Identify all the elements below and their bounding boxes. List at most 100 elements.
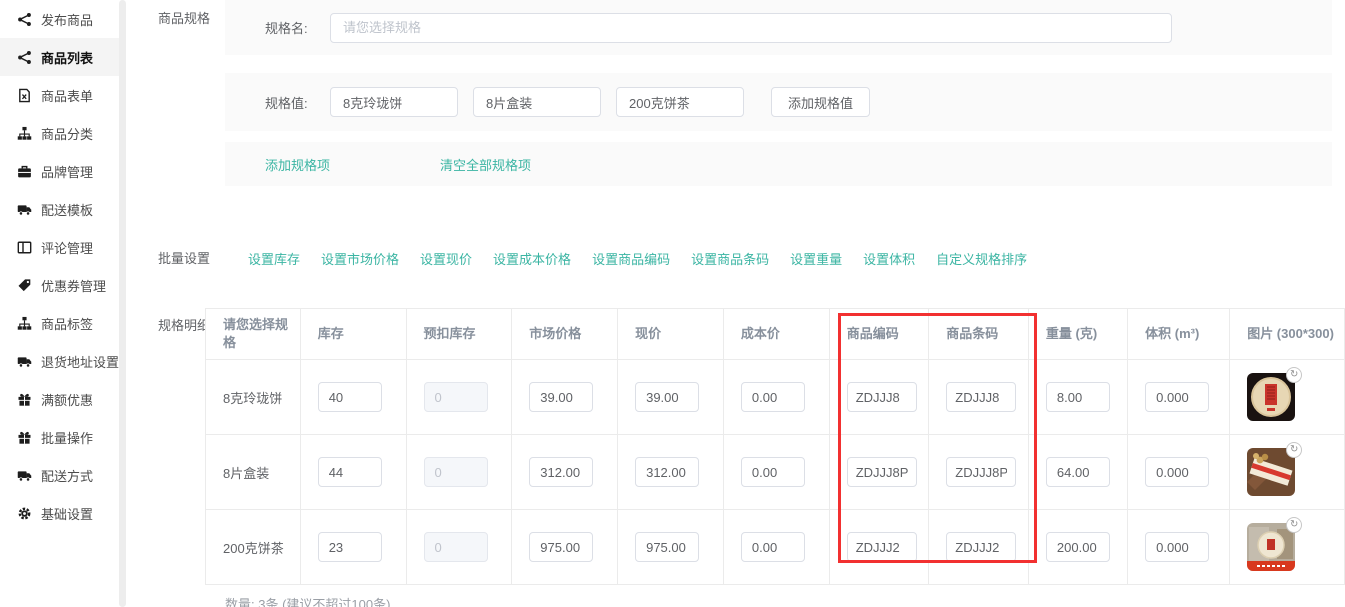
- sidebar-item-review-management[interactable]: 评论管理: [0, 228, 119, 266]
- col-header-reserved: 预扣库存: [406, 309, 512, 360]
- spec-value-input[interactable]: [616, 87, 744, 117]
- row-count-note: 数量: 3条 (建议不超过100条): [225, 594, 390, 607]
- image-preview-icon[interactable]: ↻: [1286, 517, 1302, 533]
- set-weight-link[interactable]: 设置重量: [790, 249, 842, 268]
- spec-section-title: 商品规格: [158, 8, 210, 27]
- col-header-volume: 体积 (m³): [1128, 309, 1230, 360]
- sidebar-item-product-tags[interactable]: 商品标签: [0, 304, 119, 342]
- product-spec-page: 发布商品 商品列表 商品表单 商品分类 品牌管理 配送模板 评论管理 优惠券管: [0, 0, 1345, 607]
- stock-input[interactable]: [318, 457, 382, 487]
- sidebar-item-label: 商品列表: [41, 48, 93, 67]
- cost-price-input[interactable]: [741, 532, 805, 562]
- col-header-market-price: 市场价格: [512, 309, 618, 360]
- sidebar-item-shipping-method[interactable]: 配送方式: [0, 456, 119, 494]
- sidebar-item-label: 优惠券管理: [41, 276, 106, 295]
- price-input[interactable]: [635, 457, 699, 487]
- image-preview-icon[interactable]: ↻: [1286, 367, 1302, 383]
- spec-value-label: 规格值:: [265, 93, 330, 112]
- sidebar-item-full-discount[interactable]: 满额优惠: [0, 380, 119, 418]
- stock-input[interactable]: [318, 382, 382, 412]
- product-barcode-input[interactable]: [946, 457, 1016, 487]
- col-header-weight: 重量 (克): [1028, 309, 1127, 360]
- sidebar-item-label: 商品分类: [41, 124, 93, 143]
- share-nodes-icon: [17, 50, 32, 65]
- spec-name-input[interactable]: [330, 13, 1172, 43]
- spec-value-input[interactable]: [330, 87, 458, 117]
- sidebar-item-label: 配送模板: [41, 200, 93, 219]
- product-code-input[interactable]: [847, 457, 917, 487]
- set-product-code-link[interactable]: 设置商品编码: [592, 249, 670, 268]
- sidebar-item-label: 基础设置: [41, 504, 93, 523]
- sidebar-item-product-list[interactable]: 商品列表: [0, 38, 119, 76]
- reserved-stock-input: [424, 532, 488, 562]
- volume-input[interactable]: [1145, 382, 1209, 412]
- col-header-cost-price: 成本价: [723, 309, 829, 360]
- set-stock-link[interactable]: 设置库存: [248, 249, 300, 268]
- truck-icon: [17, 354, 32, 369]
- sidebar-item-coupon-management[interactable]: 优惠券管理: [0, 266, 119, 304]
- briefcase-icon: [17, 164, 32, 179]
- sidebar: 发布商品 商品列表 商品表单 商品分类 品牌管理 配送模板 评论管理 优惠券管: [0, 0, 119, 607]
- sitemap-icon: [17, 316, 32, 331]
- sidebar-item-publish-product[interactable]: 发布商品: [0, 0, 119, 38]
- table-row: 200克饼茶 ↻: [206, 510, 1345, 585]
- market-price-input[interactable]: [529, 532, 593, 562]
- clear-all-spec-link[interactable]: 清空全部规格项: [440, 155, 531, 174]
- weight-input[interactable]: [1046, 532, 1110, 562]
- set-market-price-link[interactable]: 设置市场价格: [321, 249, 399, 268]
- product-code-input[interactable]: [847, 532, 917, 562]
- sidebar-item-shipping-template[interactable]: 配送模板: [0, 190, 119, 228]
- market-price-input[interactable]: [529, 457, 593, 487]
- sidebar-item-label: 退货地址设置: [41, 352, 119, 371]
- sidebar-item-label: 商品表单: [41, 86, 93, 105]
- sidebar-item-label: 满额优惠: [41, 390, 93, 409]
- sidebar-item-label: 发布商品: [41, 10, 93, 29]
- market-price-input[interactable]: [529, 382, 593, 412]
- gift-icon: [17, 392, 32, 407]
- sidebar-item-label: 批量操作: [41, 428, 93, 447]
- set-cost-price-link[interactable]: 设置成本价格: [493, 249, 571, 268]
- batch-links: 设置库存 设置市场价格 设置现价 设置成本价格 设置商品编码 设置商品条码 设置…: [248, 249, 1027, 268]
- product-code-input[interactable]: [847, 382, 917, 412]
- sidebar-item-return-address[interactable]: 退货地址设置: [0, 342, 119, 380]
- tag-icon: [17, 278, 32, 293]
- image-preview-icon[interactable]: ↻: [1286, 442, 1302, 458]
- add-spec-value-button[interactable]: 添加规格值: [771, 87, 870, 117]
- col-header-barcode: 商品条码: [929, 309, 1029, 360]
- spec-detail-table: 请您选择规格 库存 预扣库存 市场价格 现价 成本价 商品编码 商品条码 重量 …: [205, 308, 1345, 585]
- reserved-stock-input: [424, 457, 488, 487]
- spec-name-row: 规格名:: [225, 0, 1332, 55]
- share-nodes-icon: [17, 12, 32, 27]
- volume-input[interactable]: [1145, 532, 1209, 562]
- price-input[interactable]: [635, 382, 699, 412]
- sidebar-item-label: 品牌管理: [41, 162, 93, 181]
- sidebar-item-product-form[interactable]: 商品表单: [0, 76, 119, 114]
- cost-price-input[interactable]: [741, 382, 805, 412]
- gift-icon: [17, 430, 32, 445]
- sidebar-item-product-category[interactable]: 商品分类: [0, 114, 119, 152]
- set-price-link[interactable]: 设置现价: [420, 249, 472, 268]
- stock-input[interactable]: [318, 532, 382, 562]
- sidebar-item-brand-management[interactable]: 品牌管理: [0, 152, 119, 190]
- sidebar-item-batch-operations[interactable]: 批量操作: [0, 418, 119, 456]
- product-barcode-input[interactable]: [946, 382, 1016, 412]
- spec-value-input[interactable]: [473, 87, 601, 117]
- table-header-row: 请您选择规格 库存 预扣库存 市场价格 现价 成本价 商品编码 商品条码 重量 …: [206, 309, 1345, 360]
- set-barcode-link[interactable]: 设置商品条码: [691, 249, 769, 268]
- col-header-spec: 请您选择规格: [206, 309, 301, 360]
- add-spec-item-link[interactable]: 添加规格项: [265, 155, 330, 174]
- set-volume-link[interactable]: 设置体积: [863, 249, 915, 268]
- weight-input[interactable]: [1046, 457, 1110, 487]
- product-barcode-input[interactable]: [946, 532, 1016, 562]
- weight-input[interactable]: [1046, 382, 1110, 412]
- spec-name-cell: 8克玲珑饼: [206, 360, 301, 435]
- sidebar-item-basic-settings[interactable]: 基础设置: [0, 494, 119, 532]
- sidebar-scrollbar-track[interactable]: [119, 0, 126, 607]
- spec-values-row: 规格值: 添加规格值: [225, 73, 1332, 131]
- custom-spec-sort-link[interactable]: 自定义规格排序: [936, 249, 1027, 268]
- volume-input[interactable]: [1145, 457, 1209, 487]
- spec-name-cell: 200克饼茶: [206, 510, 301, 585]
- price-input[interactable]: [635, 532, 699, 562]
- spreadsheet-file-icon: [17, 88, 32, 103]
- cost-price-input[interactable]: [741, 457, 805, 487]
